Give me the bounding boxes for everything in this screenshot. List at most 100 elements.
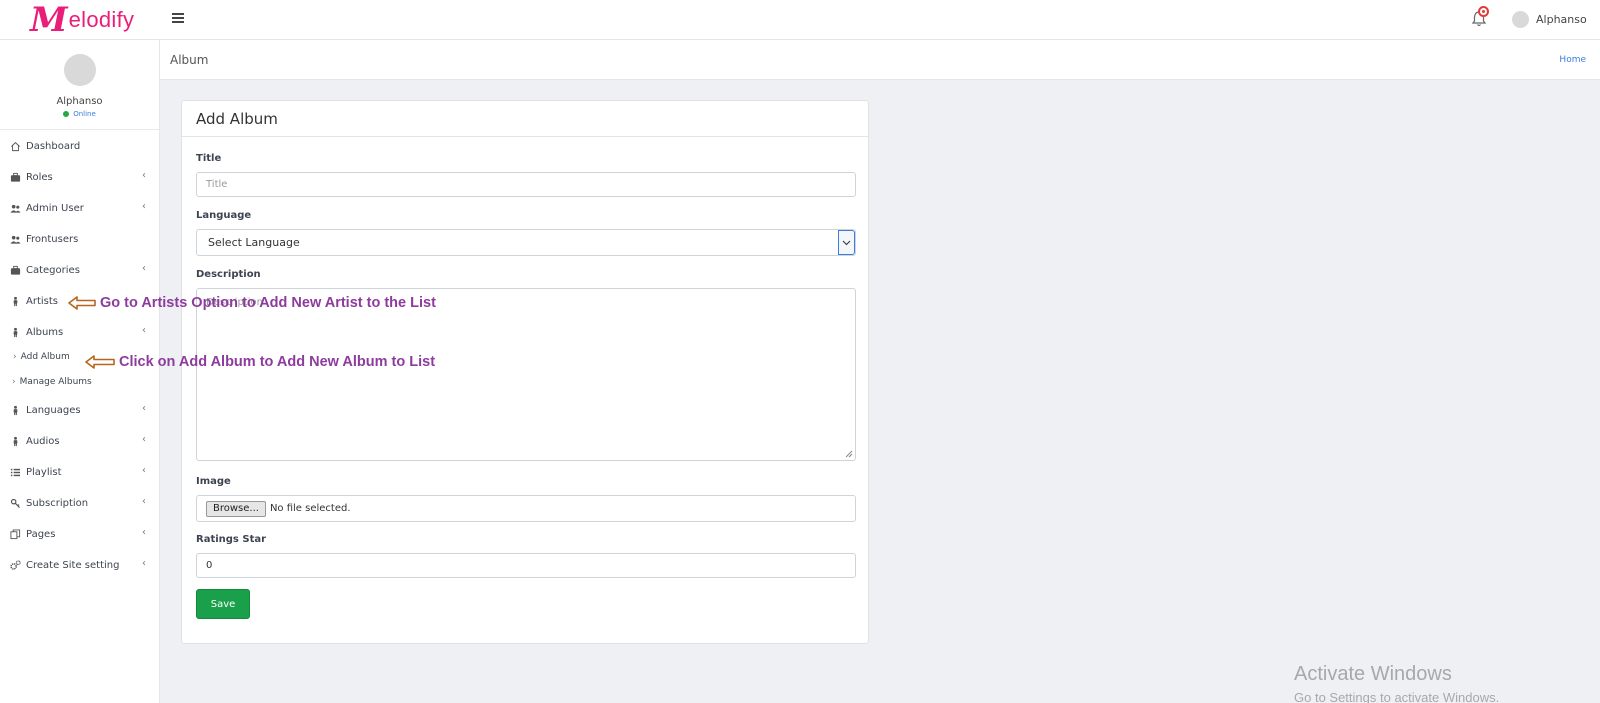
sidebar-item-frontusers[interactable]: Frontusers [0, 228, 160, 250]
page-title: Album [170, 53, 209, 67]
language-select[interactable]: Select Language [196, 229, 856, 256]
sidebar-item-roles[interactable]: Roles ‹ [0, 166, 160, 188]
top-bar: M elodify Alphanso [0, 0, 1600, 40]
ratings-star-value: 0 [206, 560, 213, 571]
user-menu[interactable]: Alphanso [1512, 11, 1587, 28]
browse-button[interactable]: Browse... [206, 500, 266, 517]
sidebar-item-label: Frontusers [26, 233, 79, 245]
image-label: Image [196, 476, 231, 487]
sidebar: Alphanso Online Dashboard Roles ‹ Admin … [0, 40, 160, 703]
title-placeholder: Title [206, 179, 228, 190]
breadcrumb-home-link[interactable]: Home [1559, 55, 1586, 65]
watermark-subtitle: Go to Settings to activate Windows. [1294, 690, 1500, 703]
melodify-logo[interactable]: M elodify [30, 2, 134, 38]
chevron-right-icon: › [12, 377, 16, 387]
sidebar-item-categories[interactable]: Categories ‹ [0, 259, 160, 281]
sidebar-item-playlist[interactable]: Playlist ‹ [0, 461, 160, 483]
sidebar-item-create-site-setting[interactable]: Create Site setting ‹ [0, 554, 160, 576]
sidebar-profile: Alphanso Online [0, 40, 159, 130]
sidebar-item-label: Categories [26, 264, 80, 276]
sidebar-item-admin-user[interactable]: Admin User ‹ [0, 197, 160, 219]
annotation-add-album: Click on Add Album to Add New Album to L… [85, 354, 435, 370]
sidebar-item-label: Languages [26, 404, 81, 416]
gears-icon [10, 559, 21, 570]
list-icon [10, 468, 21, 476]
person-icon [13, 405, 18, 415]
file-status: No file selected. [269, 503, 351, 514]
chevron-left-icon: ‹ [142, 325, 146, 336]
copy-icon [10, 528, 21, 539]
annotation-artists-text: Go to Artists Option to Add New Artist t… [100, 295, 436, 311]
language-select-value: Select Language [208, 236, 300, 249]
image-file-input[interactable]: Browse... No file selected. [196, 495, 856, 522]
briefcase-icon [10, 265, 21, 275]
chevron-left-icon: ‹ [142, 263, 146, 274]
user-name: Alphanso [1536, 13, 1587, 26]
chevron-down-icon[interactable] [838, 230, 855, 255]
sidebar-item-audios[interactable]: Audios ‹ [0, 430, 160, 452]
language-label: Language [196, 210, 252, 221]
chevron-left-icon: ‹ [142, 558, 146, 569]
sidebar-subitem-add-album[interactable]: › Add Album [13, 352, 70, 362]
add-album-card: Add Album Title Title Language Select La… [181, 100, 869, 644]
briefcase-icon [10, 172, 21, 182]
sidebar-item-languages[interactable]: Languages ‹ [0, 399, 160, 421]
sidebar-subitem-manage-albums[interactable]: › Manage Albums [12, 377, 92, 387]
profile-name: Alphanso [56, 96, 103, 107]
notification-badge [1478, 6, 1489, 17]
profile-status: Online [0, 110, 159, 118]
sidebar-item-pages[interactable]: Pages ‹ [0, 523, 160, 545]
sidebar-item-label: Admin User [26, 202, 84, 214]
chevron-left-icon: ‹ [142, 170, 146, 181]
sidebar-item-label: Playlist [26, 466, 62, 478]
sidebar-item-label: Audios [26, 435, 60, 447]
users-icon [10, 204, 21, 213]
activate-windows-watermark: Activate Windows Go to Settings to activ… [1294, 663, 1499, 703]
card-title: Add Album [182, 101, 868, 137]
chevron-left-icon: ‹ [142, 434, 146, 445]
key-icon [10, 498, 21, 508]
sidebar-item-albums[interactable]: Albums ‹ [0, 321, 160, 343]
chevron-left-icon: ‹ [142, 403, 146, 414]
description-label: Description [196, 269, 261, 280]
status-text: Online [73, 110, 96, 118]
annotation-add-album-text: Click on Add Album to Add New Album to L… [119, 354, 436, 370]
logo-text: elodify [68, 7, 135, 32]
title-input[interactable]: Title [196, 172, 856, 197]
avatar [1512, 11, 1529, 28]
online-dot-icon [63, 111, 70, 117]
person-icon [13, 327, 18, 337]
sidebar-subitem-label: Add Album [20, 352, 70, 362]
ratings-star-input[interactable]: 0 [196, 553, 856, 578]
annotation-artists: Go to Artists Option to Add New Artist t… [68, 295, 436, 311]
home-icon [11, 141, 20, 151]
save-button[interactable]: Save [196, 589, 250, 619]
sidebar-subitem-label: Manage Albums [19, 377, 92, 387]
logo-music-note-m: M [30, 0, 68, 40]
chevron-left-icon: ‹ [142, 496, 146, 507]
title-label: Title [196, 153, 222, 164]
resize-handle-icon[interactable] [844, 449, 853, 458]
watermark-title: Activate Windows [1294, 663, 1452, 685]
sidebar-item-label: Subscription [26, 497, 89, 509]
avatar [63, 54, 96, 86]
sidebar-item-dashboard[interactable]: Dashboard [0, 135, 160, 157]
left-arrow-icon [68, 296, 96, 310]
sidebar-item-label: Create Site setting [26, 559, 120, 571]
sidebar-item-label: Albums [26, 326, 64, 338]
chevron-left-icon: ‹ [142, 201, 146, 212]
left-arrow-icon [85, 355, 115, 369]
person-icon [13, 296, 18, 306]
person-icon [13, 436, 18, 446]
ratings-star-label: Ratings Star [196, 534, 267, 545]
description-textarea[interactable]: Description [196, 288, 856, 461]
hamburger-icon[interactable] [172, 11, 184, 25]
sidebar-item-label: Roles [26, 171, 53, 183]
chevron-left-icon: ‹ [142, 465, 146, 476]
chevron-right-icon: › [13, 352, 17, 362]
chevron-left-icon: ‹ [142, 527, 146, 538]
page-header: Album Home [160, 40, 1600, 80]
sidebar-item-label: Dashboard [26, 140, 81, 152]
sidebar-item-subscription[interactable]: Subscription ‹ [0, 492, 160, 514]
users-icon [10, 235, 21, 244]
